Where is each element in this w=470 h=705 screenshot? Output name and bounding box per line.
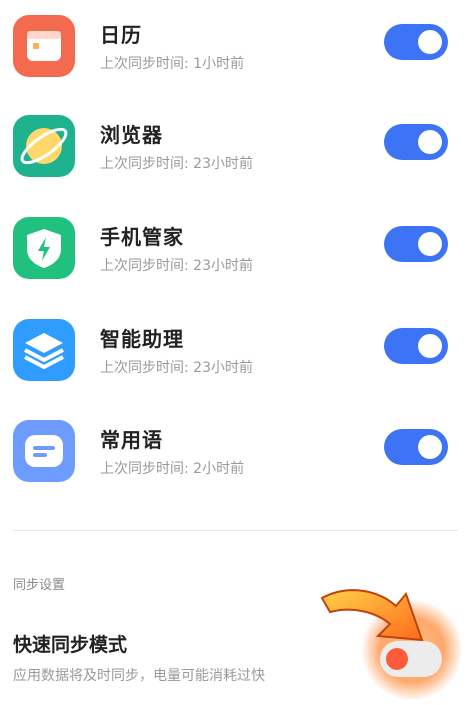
calendar-icon (13, 15, 75, 77)
sync-time: 上次同步时间: 23小时前 (100, 156, 253, 172)
sync-toggle-phone-manager[interactable] (384, 226, 448, 262)
app-name: 常用语 (100, 428, 163, 452)
section-title: 同步设置 (13, 578, 66, 593)
app-row-browser: 浏览器 上次同步时间: 23小时前 (0, 115, 470, 217)
browser-icon (13, 115, 75, 177)
layers-icon (13, 319, 75, 381)
fast-sync-title: 快速同步模式 (13, 634, 128, 656)
sync-toggle-calendar[interactable] (384, 24, 448, 60)
sync-toggle-assistant[interactable] (384, 328, 448, 364)
app-row-calendar: 日历 上次同步时间: 1小时前 (0, 15, 470, 117)
pointer-arrow-icon (320, 589, 424, 642)
app-name: 日历 (100, 23, 142, 47)
app-row-phrases: 常用语 上次同步时间: 2小时前 (0, 420, 470, 522)
sync-time: 上次同步时间: 23小时前 (100, 258, 253, 274)
app-row-assistant: 智能助理 上次同步时间: 23小时前 (0, 319, 470, 421)
sync-toggle-phrases[interactable] (384, 429, 448, 465)
app-name: 浏览器 (100, 123, 163, 147)
toggle-knob (418, 130, 442, 154)
toggle-knob (418, 232, 442, 256)
sync-time: 上次同步时间: 23小时前 (100, 360, 253, 376)
divider (13, 530, 458, 531)
sync-time: 上次同步时间: 2小时前 (100, 461, 245, 477)
toggle-knob (418, 435, 442, 459)
toggle-knob (418, 30, 442, 54)
chat-icon (13, 420, 75, 482)
toggle-knob (418, 334, 442, 358)
sync-toggle-browser[interactable] (384, 124, 448, 160)
app-name: 手机管家 (100, 225, 184, 249)
app-name: 智能助理 (100, 327, 184, 351)
sync-time: 上次同步时间: 1小时前 (100, 56, 245, 72)
app-row-phone-manager: 手机管家 上次同步时间: 23小时前 (0, 217, 470, 319)
shield-icon (13, 217, 75, 279)
fast-sync-description: 应用数据将及时同步，电量可能消耗过快 (13, 668, 265, 684)
